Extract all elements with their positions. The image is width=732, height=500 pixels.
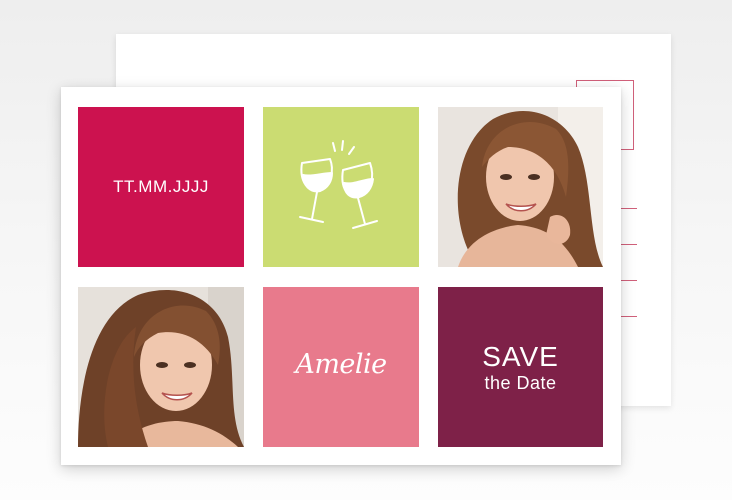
- save-title: SAVE: [482, 341, 559, 372]
- name-tile: Amelie: [263, 287, 419, 447]
- save-subtitle: the Date: [484, 373, 557, 393]
- address-line: [621, 280, 637, 281]
- postcard-front: TT.MM.JJJJ Amelie SAVE the Date: [61, 87, 621, 465]
- address-line: [621, 316, 637, 317]
- date-tile: TT.MM.JJJJ: [78, 107, 244, 267]
- address-line: [621, 208, 637, 209]
- save-the-date-tile: SAVE the Date: [438, 287, 603, 447]
- address-line: [621, 244, 637, 245]
- portrait-photo-bottom: [78, 287, 244, 447]
- wine-glasses-icon: [299, 140, 378, 229]
- date-placeholder: TT.MM.JJJJ: [113, 177, 209, 196]
- portrait-photo-top: [438, 107, 603, 267]
- toast-tile: [263, 107, 419, 267]
- name-script: Amelie: [295, 349, 387, 380]
